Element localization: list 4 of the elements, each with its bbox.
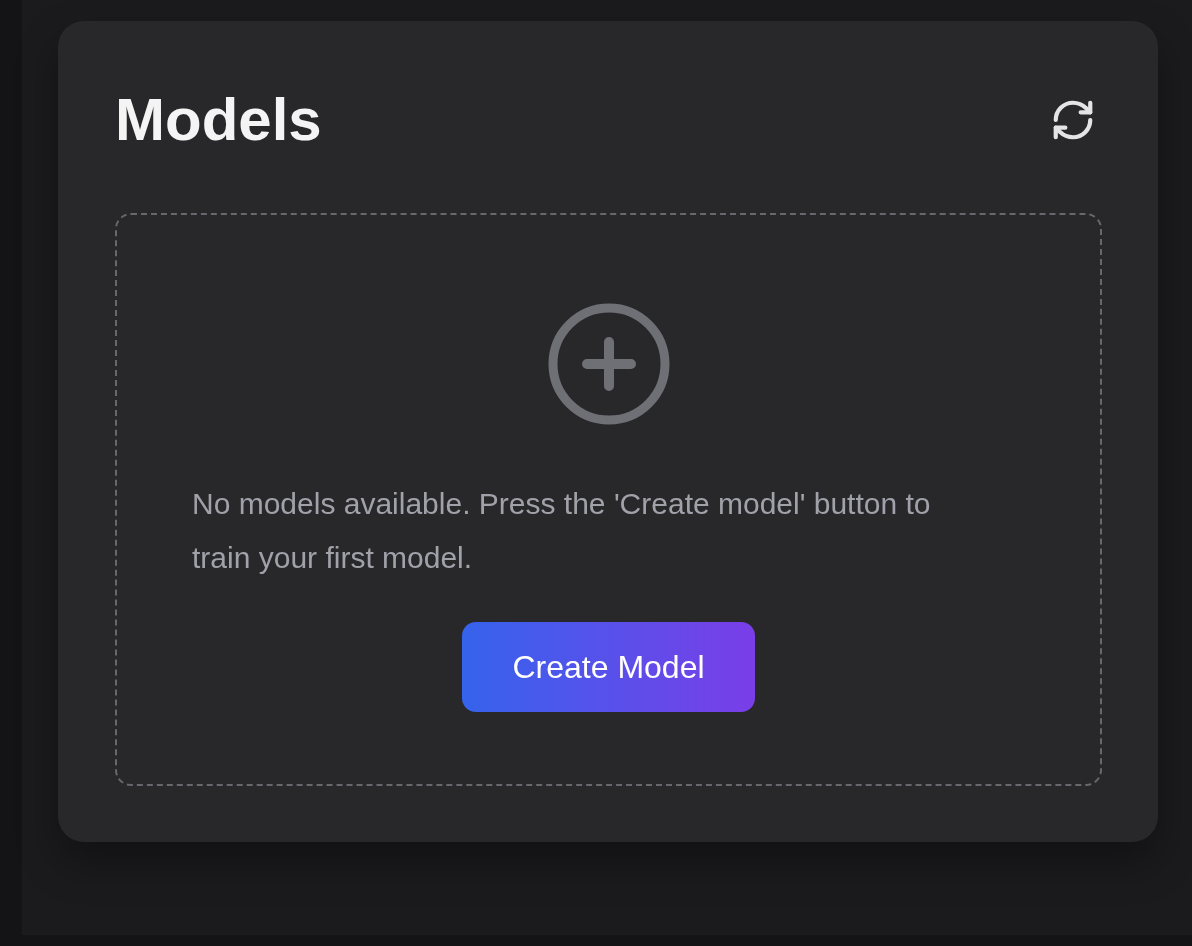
plus-circle-icon <box>546 302 671 426</box>
panel-title: Models <box>115 85 322 155</box>
empty-message: No models available. Press the 'Create model' button to train your first model. <box>192 486 932 576</box>
create-model-button[interactable]: Create Model <box>462 622 755 712</box>
